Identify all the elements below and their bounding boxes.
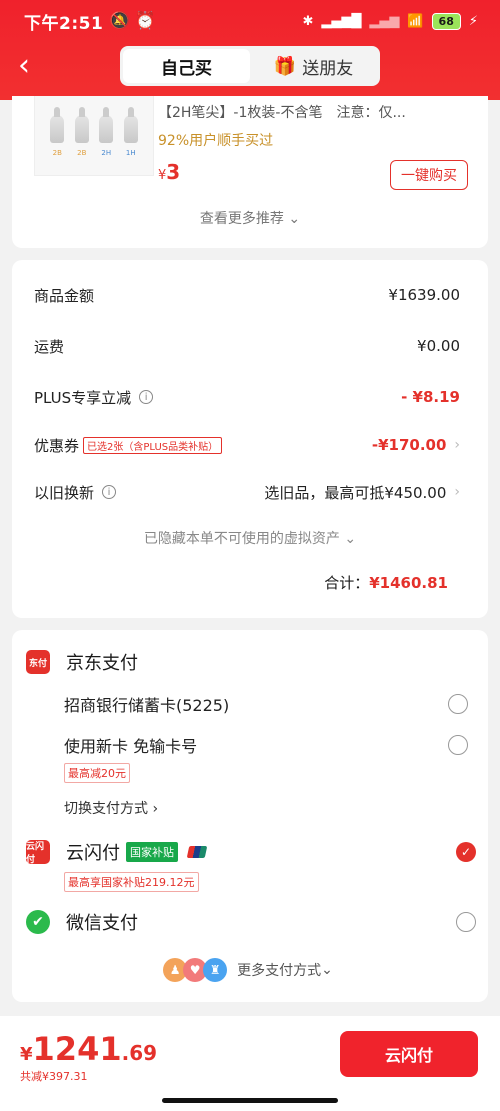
order-summary-card: 商品金额 ¥1639.00 运费 ¥0.00 PLUS专享立减 i - ¥8.1… (12, 260, 488, 618)
new-card-option[interactable]: 使用新卡 免输卡号 (64, 730, 468, 760)
info-icon[interactable]: i (102, 485, 117, 499)
chevron-left-icon: ‹ (18, 48, 30, 83)
unionpay-option[interactable]: 云闪付 云闪付 国家补贴 ✓ (26, 836, 476, 868)
unionpay-logo-icon (186, 846, 208, 858)
unionpay-icon: 云闪付 (26, 840, 50, 865)
total-saved: 共减¥397.31 (20, 1070, 88, 1083)
more-recommend-link[interactable]: 查看更多推荐 ⌄ (12, 208, 488, 228)
pen-tip-graphic (74, 106, 89, 143)
product-price: ¥3 (158, 160, 181, 184)
tab-self-buy[interactable]: 自己买 (123, 49, 250, 83)
purchase-mode-toggle: 自己买 🎁 送朋友 (120, 46, 380, 86)
product-rate: 92%用户顺手买过 (158, 133, 274, 149)
jd-pay-header: 东付 京东支付 (26, 646, 138, 678)
plus-discount-row: PLUS专享立减 i - ¥8.19 (34, 388, 460, 407)
radio-checked[interactable]: ✓ (456, 842, 476, 862)
qq-icon: ♜ (203, 958, 228, 982)
info-icon[interactable]: i (139, 390, 154, 404)
payment-methods-card: 东付 京东支付 招商银行储蓄卡(5225) 使用新卡 免输卡号 最高减20元 切… (12, 630, 488, 1002)
wechat-icon: ✔ (26, 910, 50, 934)
tab-gift-friend[interactable]: 🎁 送朋友 (250, 49, 377, 83)
alarm-icon: ⏰ (134, 11, 156, 31)
pay-amount: ¥1241.69 (20, 1030, 158, 1068)
chevron-down-icon: ⌄ (344, 531, 357, 547)
pen-tip-graphic (99, 106, 114, 143)
national-subsidy-tag: 国家补贴 (126, 842, 178, 862)
chevron-right-icon: › (454, 437, 460, 453)
product-title[interactable]: 【2H笔尖】-1枚装-不含笔 注意：仅... (158, 102, 406, 122)
battery-indicator: 68 (431, 12, 461, 30)
subsidy-info-tag: 最高享国家补贴219.12元 (64, 872, 199, 892)
shipping-row: 运费 ¥0.00 (34, 337, 460, 356)
hidden-assets-toggle[interactable]: 已隐藏本单不可使用的虚拟资产 ⌄ (12, 528, 488, 548)
more-payment-methods[interactable]: ♟ ♥ ♜ 更多支付方式 ⌄ (12, 958, 488, 982)
pay-button[interactable]: 云闪付 (340, 1031, 478, 1077)
radio-unchecked[interactable] (448, 694, 468, 714)
pen-tip-graphic (123, 106, 138, 143)
bank-card-option[interactable]: 招商银行储蓄卡(5225) (64, 689, 468, 719)
status-bar: 下午2:51 🔕 ⏰ ✱ ▂▄▆█ ▂▄▆ 📶 68 ⚡ (0, 0, 500, 42)
radio-unchecked[interactable] (448, 735, 468, 755)
trade-in-row[interactable]: 以旧换新 i 选旧品，最高可抵¥450.00 › (34, 477, 460, 507)
pen-tip-graphic (50, 106, 65, 143)
recommend-card: 2B 2B 2H 1H 【2H笔尖】-1枚装-不含笔 注意：仅... 92%用户… (12, 96, 488, 248)
gift-icon: 🎁 (273, 55, 297, 77)
one-click-buy-button[interactable]: 一键购买 (390, 160, 468, 190)
home-indicator[interactable] (162, 1098, 338, 1103)
chevron-down-icon: ⌄ (288, 211, 301, 227)
goods-amount-row: 商品金额 ¥1639.00 (34, 286, 460, 305)
signal-icon: ▂▄▆█ (321, 13, 362, 29)
chevron-down-icon: ⌄ (321, 962, 333, 978)
jd-pay-icon: 东付 (26, 650, 50, 674)
back-button[interactable]: ‹ (18, 48, 46, 84)
new-card-discount-tag: 最高减20元 (64, 763, 130, 783)
bottom-pay-bar: ¥1241.69 共减¥397.31 云闪付 (0, 1016, 500, 1111)
signal-2-icon: ▂▄▆ (369, 13, 400, 29)
coupon-row[interactable]: 优惠券 已选2张（含PLUS品类补贴） -¥170.00 › (34, 430, 460, 460)
bluetooth-icon: ✱ (302, 13, 314, 29)
switch-payment-link[interactable]: 切换支付方式 › (64, 798, 158, 818)
order-total: 合计：¥1460.81 (324, 574, 448, 592)
mute-bell-icon: 🔕 (109, 11, 131, 31)
chevron-right-icon: › (454, 484, 460, 500)
radio-unchecked[interactable] (456, 912, 476, 932)
product-image[interactable]: 2B 2B 2H 1H (34, 96, 154, 176)
wechat-pay-option[interactable]: ✔ 微信支付 (26, 906, 476, 938)
chevron-right-icon: › (152, 801, 159, 817)
coupon-tag: 已选2张（含PLUS品类补贴） (83, 436, 223, 454)
charging-icon: ⚡ (468, 13, 478, 29)
status-time: 下午2:51 (24, 13, 104, 34)
wifi-icon: 📶 (407, 13, 424, 29)
